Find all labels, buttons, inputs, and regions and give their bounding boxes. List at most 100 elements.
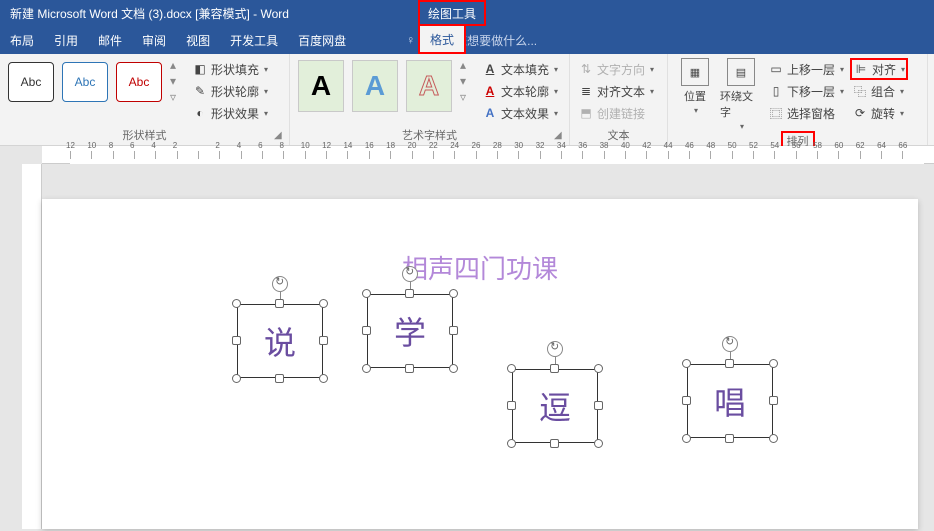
link-icon: ⬒ <box>578 105 594 121</box>
resize-handle[interactable] <box>507 364 516 373</box>
resize-handle[interactable] <box>319 336 328 345</box>
document-heading[interactable]: 相声四门功课 <box>402 249 558 286</box>
bring-forward-button[interactable]: ▭上移一层▾ <box>766 58 846 80</box>
wordart-style-3[interactable]: A <box>406 60 452 112</box>
text-outline-icon: A <box>482 83 498 99</box>
shape-text[interactable]: 逗 <box>512 369 598 443</box>
resize-handle[interactable] <box>232 299 241 308</box>
align-text-button[interactable]: ≣对齐文本▾ <box>576 80 656 102</box>
document-canvas: 相声四门功课 说学逗 唱 <box>0 164 934 529</box>
shape-style-1[interactable]: Abc <box>8 62 54 102</box>
resize-handle[interactable] <box>362 364 371 373</box>
position-button[interactable]: ▦ 位置▾ <box>674 58 716 115</box>
resize-handle[interactable] <box>319 374 328 383</box>
group-label-shape-styles: 形状样式 <box>6 127 283 143</box>
rotate-handle-icon[interactable] <box>722 336 738 352</box>
shape-fill-button[interactable]: ◧形状填充▾ <box>190 58 270 80</box>
resize-handle[interactable] <box>594 364 603 373</box>
resize-handle[interactable] <box>405 289 414 298</box>
resize-handle[interactable] <box>449 364 458 373</box>
tab-review[interactable]: 审阅 <box>132 26 176 54</box>
text-effects-button[interactable]: A文本效果▾ <box>480 102 560 124</box>
align-text-icon: ≣ <box>578 83 594 99</box>
shape-text[interactable]: 说 <box>237 304 323 378</box>
page[interactable]: 相声四门功课 说学逗 唱 <box>42 199 918 529</box>
gallery-more-icon[interactable]: ▿ <box>460 90 472 104</box>
wordart-style-2[interactable]: A <box>352 60 398 112</box>
resize-handle[interactable] <box>769 359 778 368</box>
text-direction-button[interactable]: ⇅文字方向▾ <box>576 58 656 80</box>
group-arrange: ▦ 位置▾ ▤ 环绕文字▾ ▭上移一层▾ ▯下移一层▾ ⿴选择窗格 ⊫对齐▾ ⿻… <box>668 54 928 145</box>
gallery-up-icon[interactable]: ▴ <box>460 58 472 72</box>
resize-handle[interactable] <box>769 434 778 443</box>
tab-view[interactable]: 视图 <box>176 26 220 54</box>
horizontal-ruler[interactable]: 1210864224681012141618202224262830323436… <box>42 146 934 164</box>
rotate-handle-icon[interactable] <box>547 341 563 357</box>
text-fill-button[interactable]: A文本填充▾ <box>480 58 560 80</box>
group-button[interactable]: ⿻组合▾ <box>850 80 908 102</box>
tab-mailings[interactable]: 邮件 <box>88 26 132 54</box>
wordart-style-1[interactable]: A <box>298 60 344 112</box>
align-button[interactable]: ⊫对齐▾ <box>850 58 908 80</box>
resize-handle[interactable] <box>232 374 241 383</box>
resize-handle[interactable] <box>362 326 371 335</box>
create-link-button[interactable]: ⬒创建链接 <box>576 102 656 124</box>
bring-forward-icon: ▭ <box>768 61 784 77</box>
shape-outline-button[interactable]: ✎形状轮廓▾ <box>190 80 270 102</box>
resize-handle[interactable] <box>405 364 414 373</box>
shape-text[interactable]: 学 <box>367 294 453 368</box>
gallery-down-icon[interactable]: ▾ <box>460 74 472 88</box>
shape-text[interactable]: 唱 <box>687 364 773 438</box>
resize-handle[interactable] <box>550 439 559 448</box>
gallery-down-icon[interactable]: ▾ <box>170 74 182 88</box>
resize-handle[interactable] <box>594 439 603 448</box>
tab-format[interactable]: 格式 <box>418 24 466 54</box>
text-outline-button[interactable]: A文本轮廓▾ <box>480 80 560 102</box>
rotate-button[interactable]: ⟳旋转▾ <box>850 102 908 124</box>
vertical-ruler[interactable] <box>22 164 42 529</box>
contextual-tool-tab[interactable]: 绘图工具 <box>418 0 486 26</box>
selection-pane-button[interactable]: ⿴选择窗格 <box>766 102 846 124</box>
group-wordart-styles: A A A ▴ ▾ ▿ A文本填充▾ A文本轮廓▾ A文本效果▾ 艺术字样式 ◢ <box>290 54 570 145</box>
send-backward-button[interactable]: ▯下移一层▾ <box>766 80 846 102</box>
app-title: 新建 Microsoft Word 文档 (3).docx [兼容模式] - W… <box>10 5 289 22</box>
rotate-handle-icon[interactable] <box>272 276 288 292</box>
resize-handle[interactable] <box>550 364 559 373</box>
resize-handle[interactable] <box>449 326 458 335</box>
text-effects-icon: A <box>482 105 498 121</box>
resize-handle[interactable] <box>449 289 458 298</box>
tab-references[interactable]: 引用 <box>44 26 88 54</box>
selection-pane-icon: ⿴ <box>768 105 784 121</box>
text-box-shape-0[interactable]: 说 <box>237 304 323 378</box>
rotate-handle-icon[interactable] <box>402 266 418 282</box>
resize-handle[interactable] <box>232 336 241 345</box>
tab-baidu[interactable]: 百度网盘 <box>288 26 356 54</box>
resize-handle[interactable] <box>507 401 516 410</box>
resize-handle[interactable] <box>319 299 328 308</box>
paint-bucket-icon: ◧ <box>192 61 208 77</box>
resize-handle[interactable] <box>362 289 371 298</box>
shape-effects-button[interactable]: ◐形状效果▾ <box>190 102 270 124</box>
resize-handle[interactable] <box>594 401 603 410</box>
text-box-shape-1[interactable]: 学 <box>367 294 453 368</box>
resize-handle[interactable] <box>769 396 778 405</box>
shape-style-3[interactable]: Abc <box>116 62 162 102</box>
resize-handle[interactable] <box>682 359 691 368</box>
resize-handle[interactable] <box>725 434 734 443</box>
wrap-text-button[interactable]: ▤ 环绕文字▾ <box>720 58 762 131</box>
tab-layout[interactable]: 布局 <box>0 26 44 54</box>
tab-developer[interactable]: 开发工具 <box>220 26 288 54</box>
resize-handle[interactable] <box>507 439 516 448</box>
gallery-up-icon[interactable]: ▴ <box>170 58 182 72</box>
shape-style-2[interactable]: Abc <box>62 62 108 102</box>
resize-handle[interactable] <box>682 434 691 443</box>
text-box-shape-2[interactable]: 逗 <box>512 369 598 443</box>
gallery-more-icon[interactable]: ▿ <box>170 90 182 104</box>
align-icon: ⊫ <box>853 61 869 77</box>
resize-handle[interactable] <box>275 374 284 383</box>
text-box-shape-3[interactable]: 唱 <box>687 364 773 438</box>
resize-handle[interactable] <box>682 396 691 405</box>
ribbon-tabs: 布局 引用 邮件 审阅 视图 开发工具 百度网盘 格式 ♀ 告诉我您想要做什么.… <box>0 26 934 54</box>
resize-handle[interactable] <box>275 299 284 308</box>
resize-handle[interactable] <box>725 359 734 368</box>
